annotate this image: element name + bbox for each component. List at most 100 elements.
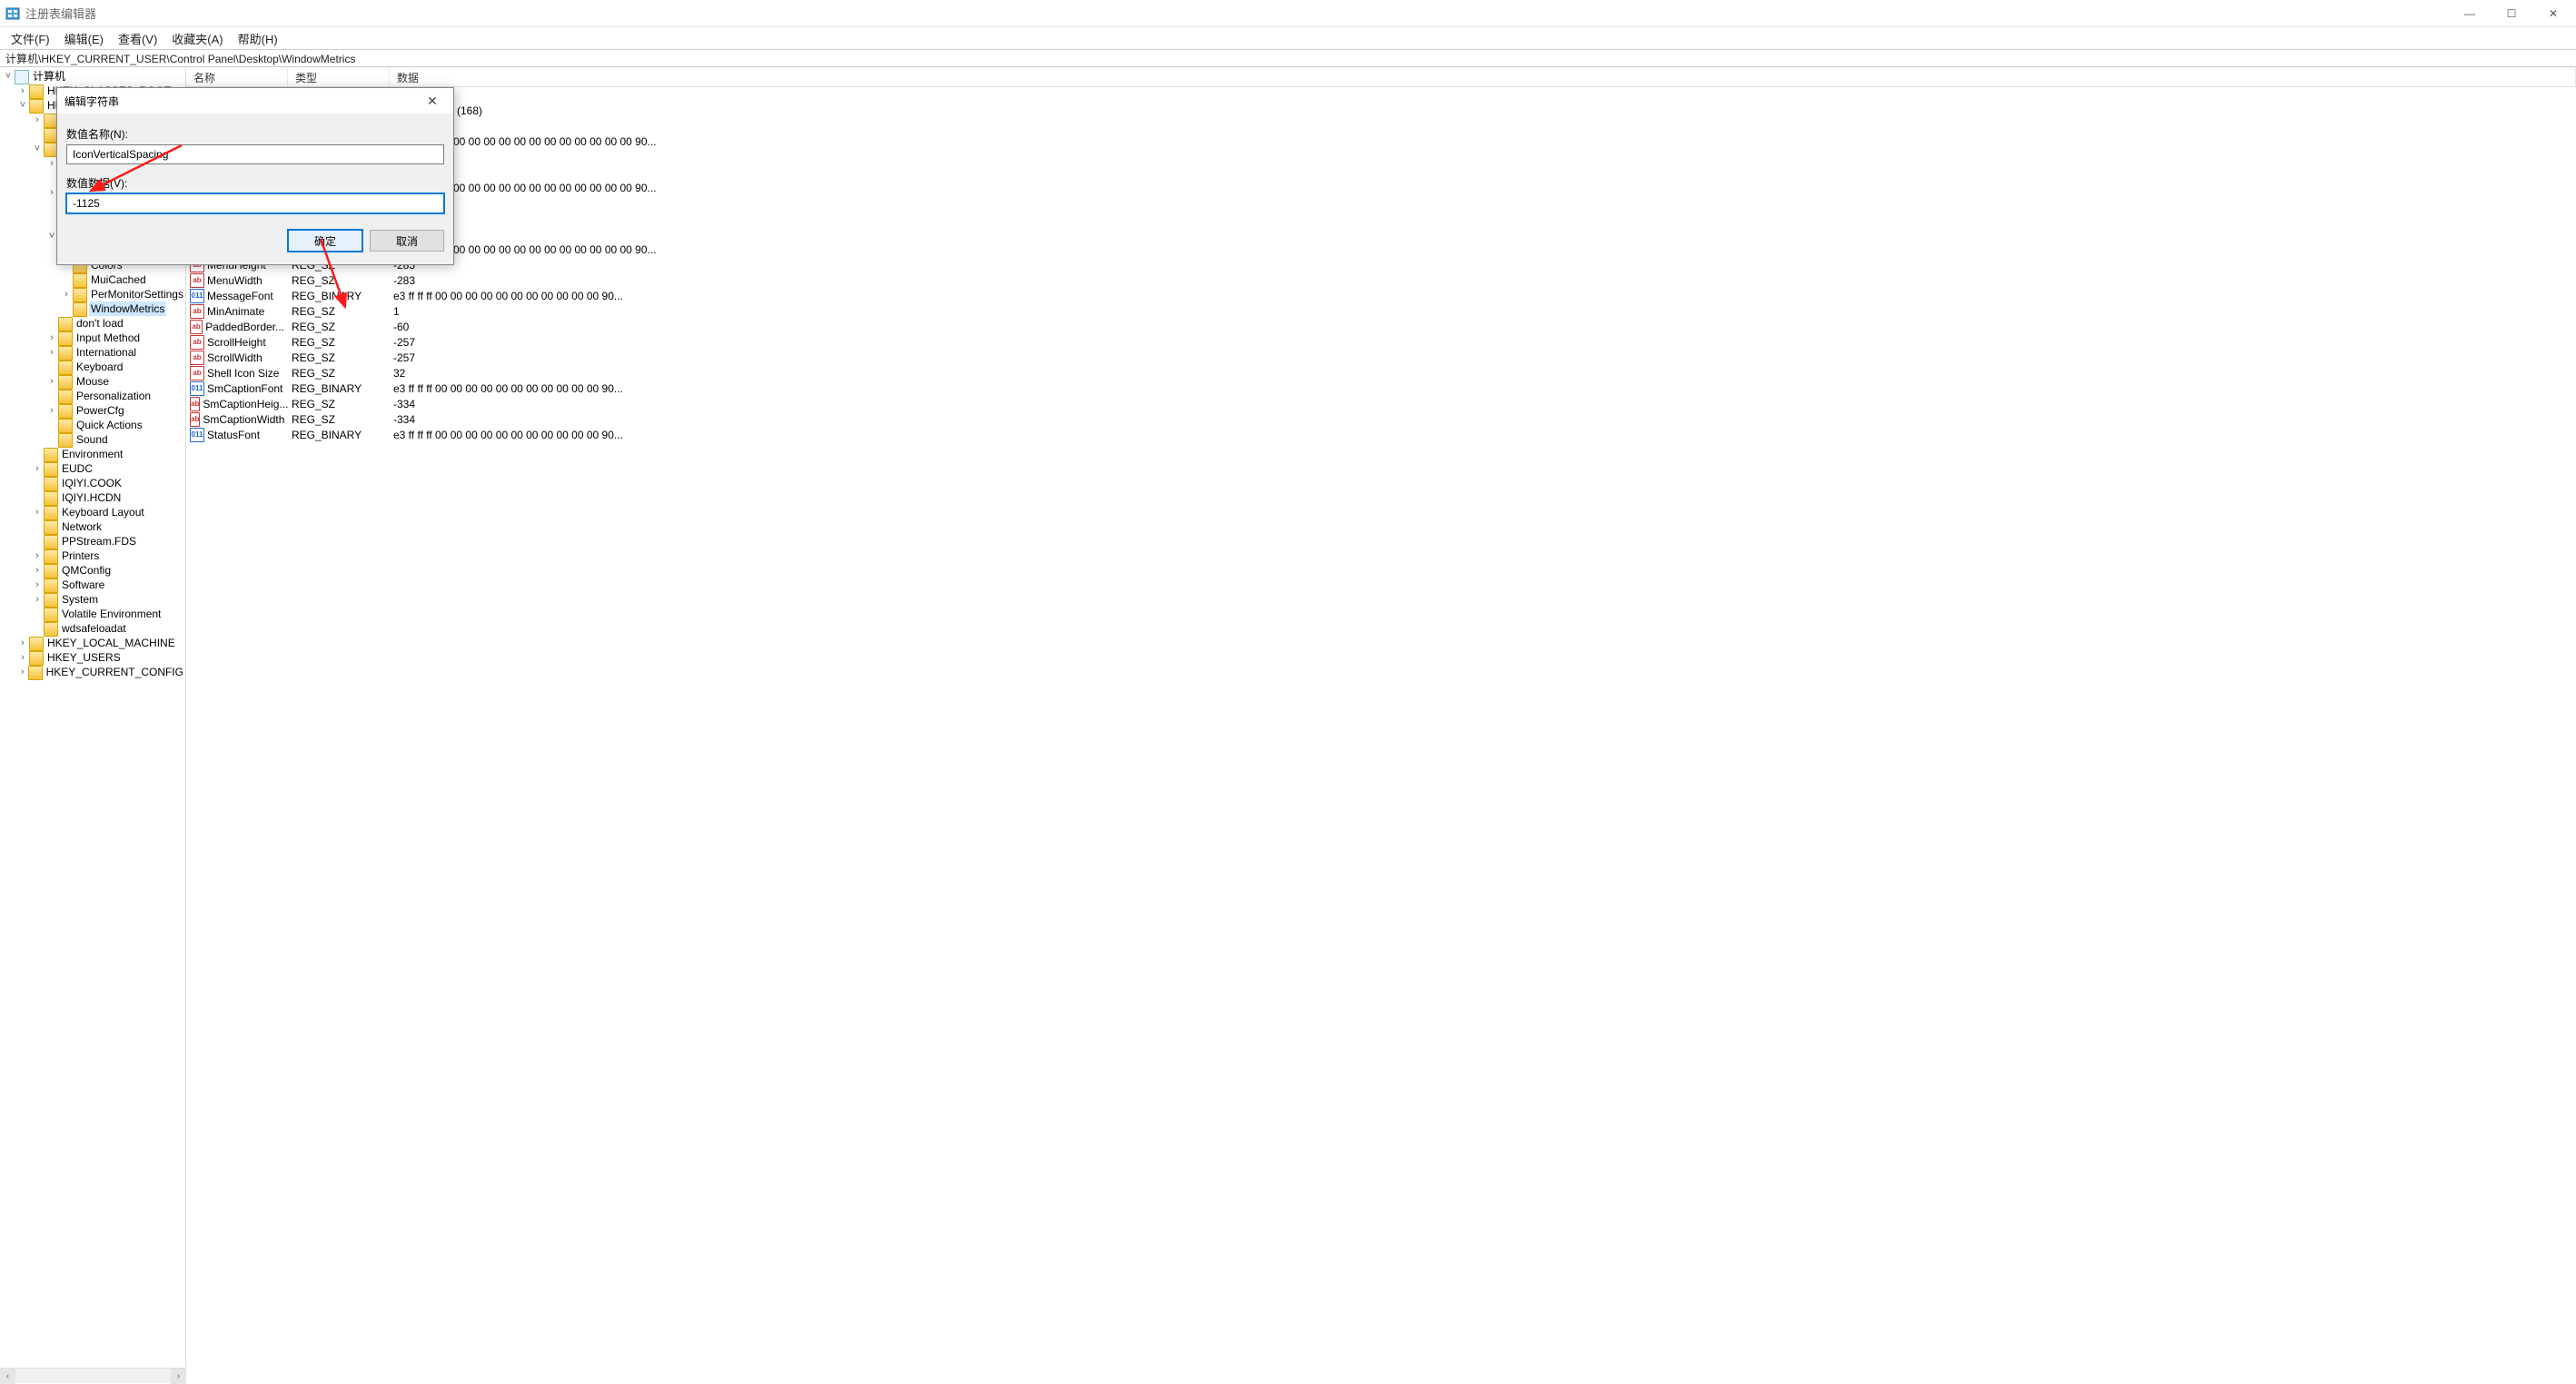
tree-item-permonitorsettings[interactable]: ›PerMonitorSettings bbox=[0, 287, 185, 302]
tree-item[interactable]: ›Environment bbox=[0, 447, 185, 461]
list-row[interactable]: 00 00 00 00 00 00 00 00 00 00 00 00 90..… bbox=[186, 133, 2576, 149]
list-row[interactable]: (168) bbox=[186, 103, 2576, 118]
list-row[interactable] bbox=[186, 195, 2576, 211]
folder-icon bbox=[58, 433, 73, 448]
tree-hku[interactable]: ›HKEY_USERS bbox=[0, 650, 185, 665]
dialog-titlebar[interactable]: 编辑字符串 ✕ bbox=[57, 88, 453, 114]
list-row[interactable]: abShell Icon SizeREG_SZ32 bbox=[186, 365, 2576, 381]
list-row[interactable]: abMenuHeightREG_SZ-283 bbox=[186, 257, 2576, 272]
tree-item[interactable]: ›Software bbox=[0, 578, 185, 592]
tree-item[interactable]: ›Quick Actions bbox=[0, 418, 185, 432]
list-row[interactable]: abMenuWidthREG_SZ-283 bbox=[186, 272, 2576, 288]
value-name-input[interactable] bbox=[66, 144, 444, 164]
ok-button[interactable]: 确定 bbox=[288, 230, 362, 252]
list-row[interactable]: 00 00 00 00 00 00 00 00 00 00 00 00 90..… bbox=[186, 180, 2576, 195]
string-value-icon: ab bbox=[190, 273, 204, 288]
tree-item[interactable]: ›wdsafeloadat bbox=[0, 621, 185, 636]
folder-icon bbox=[44, 462, 58, 477]
list-row[interactable]: 011StatusFontREG_BINARYe3 ff ff ff 00 00… bbox=[186, 427, 2576, 442]
tree-horizontal-scrollbar[interactable]: ‹ › bbox=[0, 1368, 186, 1383]
list-row[interactable]: 011SmCaptionFontREG_BINARYe3 ff ff ff 00… bbox=[186, 381, 2576, 396]
tree-item[interactable]: ›Keyboard bbox=[0, 360, 185, 374]
tree-item[interactable]: ›IQIYI.COOK bbox=[0, 476, 185, 490]
folder-icon bbox=[58, 404, 73, 419]
tree-item[interactable]: ›Input Method bbox=[0, 331, 185, 345]
tree-item[interactable]: ›PPStream.FDS bbox=[0, 534, 185, 549]
value-name: PaddedBorder... bbox=[205, 321, 284, 333]
menu-view[interactable]: 查看(V) bbox=[111, 28, 164, 49]
list-row[interactable]: abScrollHeightREG_SZ-257 bbox=[186, 334, 2576, 350]
tree-item[interactable]: ›System bbox=[0, 592, 185, 607]
dialog-buttons: 确定 取消 bbox=[66, 230, 444, 252]
list-row[interactable]: 011MessageFontREG_BINARYe3 ff ff ff 00 0… bbox=[186, 288, 2576, 303]
tree-item-windowmetrics[interactable]: ›WindowMetrics bbox=[0, 302, 185, 316]
value-type: REG_SZ bbox=[288, 274, 390, 287]
tree-item[interactable]: ›Network bbox=[0, 519, 185, 534]
list-row[interactable]: 00 00 00 00 00 00 00 00 00 00 00 00 90..… bbox=[186, 242, 2576, 257]
value-type: REG_SZ bbox=[288, 336, 390, 349]
tree-item[interactable]: ›Volatile Environment bbox=[0, 607, 185, 621]
tree-root[interactable]: ˅计算机 bbox=[0, 69, 185, 84]
address-bar[interactable]: 计算机\HKEY_CURRENT_USER\Control Panel\Desk… bbox=[0, 49, 2576, 67]
value-name: MessageFont bbox=[207, 290, 273, 302]
value-data: -283 bbox=[390, 259, 2576, 272]
value-name: ScrollHeight bbox=[207, 336, 266, 349]
tree-item[interactable]: ›don't load bbox=[0, 316, 185, 331]
tree-item[interactable]: ›Keyboard Layout bbox=[0, 505, 185, 519]
tree-item[interactable]: ›IQIYI.HCDN bbox=[0, 490, 185, 505]
scroll-right-button[interactable]: › bbox=[171, 1369, 186, 1384]
tree-item[interactable]: ›Mouse bbox=[0, 374, 185, 389]
folder-icon bbox=[44, 564, 58, 578]
tree-item[interactable]: ›International bbox=[0, 345, 185, 360]
minimize-button[interactable]: — bbox=[2449, 0, 2491, 26]
folder-icon bbox=[73, 273, 87, 288]
value-data: -283 bbox=[390, 274, 2576, 287]
tree-item[interactable]: ›Personalization bbox=[0, 389, 185, 403]
list-row[interactable]: abScrollWidthREG_SZ-257 bbox=[186, 350, 2576, 365]
folder-icon bbox=[58, 390, 73, 404]
window-title: 注册表编辑器 bbox=[25, 5, 2449, 22]
value-data: -257 bbox=[390, 336, 2576, 349]
list-row[interactable]: abSmCaptionHeig...REG_SZ-334 bbox=[186, 396, 2576, 411]
string-value-icon: ab bbox=[190, 412, 200, 427]
tree-hkcc[interactable]: ›HKEY_CURRENT_CONFIG bbox=[0, 665, 185, 679]
tree-item[interactable]: ›QMConfig bbox=[0, 563, 185, 578]
string-value-icon: ab bbox=[190, 304, 204, 319]
value-data-label: 数值数据(V): bbox=[66, 175, 444, 191]
list-row[interactable]: abPaddedBorder...REG_SZ-60 bbox=[186, 319, 2576, 334]
dialog-close-button[interactable]: ✕ bbox=[419, 94, 446, 109]
list-row[interactable]: abSmCaptionWidthREG_SZ-334 bbox=[186, 411, 2576, 427]
col-header-data[interactable]: 数据 bbox=[390, 67, 2576, 86]
folder-icon bbox=[44, 491, 58, 506]
close-button[interactable]: ✕ bbox=[2532, 0, 2574, 26]
menu-edit[interactable]: 编辑(E) bbox=[57, 28, 111, 49]
maximize-button[interactable]: ☐ bbox=[2491, 0, 2532, 26]
tree-item[interactable]: ›PowerCfg bbox=[0, 403, 185, 418]
menu-file[interactable]: 文件(F) bbox=[4, 28, 57, 49]
cancel-button[interactable]: 取消 bbox=[370, 230, 444, 252]
value-name: ScrollWidth bbox=[207, 351, 263, 364]
tree-item[interactable]: ›Sound bbox=[0, 432, 185, 447]
list-row[interactable] bbox=[186, 164, 2576, 180]
menu-favorites[interactable]: 收藏夹(A) bbox=[164, 28, 230, 49]
value-type: REG_SZ bbox=[288, 398, 390, 410]
list-row[interactable] bbox=[186, 149, 2576, 164]
tree-item[interactable]: ›EUDC bbox=[0, 461, 185, 476]
list-row[interactable] bbox=[186, 211, 2576, 226]
col-header-name[interactable]: 名称 bbox=[186, 67, 288, 86]
col-header-type[interactable]: 类型 bbox=[288, 67, 390, 86]
list-row[interactable]: abMinAnimateREG_SZ1 bbox=[186, 303, 2576, 319]
string-value-icon: ab bbox=[190, 397, 200, 411]
menu-help[interactable]: 帮助(H) bbox=[231, 28, 285, 49]
value-data: -334 bbox=[390, 398, 2576, 410]
list-row[interactable] bbox=[186, 87, 2576, 103]
binary-value-icon: 011 bbox=[190, 428, 204, 442]
tree-hklm[interactable]: ›HKEY_LOCAL_MACHINE bbox=[0, 636, 185, 650]
scroll-left-button[interactable]: ‹ bbox=[0, 1369, 15, 1384]
value-name: SmCaptionHeig... bbox=[203, 398, 288, 410]
value-data-input[interactable] bbox=[66, 193, 444, 213]
tree-item-muicached[interactable]: ›MuiCached bbox=[0, 272, 185, 287]
list-row[interactable] bbox=[186, 226, 2576, 242]
list-row[interactable] bbox=[186, 118, 2576, 133]
tree-item[interactable]: ›Printers bbox=[0, 549, 185, 563]
